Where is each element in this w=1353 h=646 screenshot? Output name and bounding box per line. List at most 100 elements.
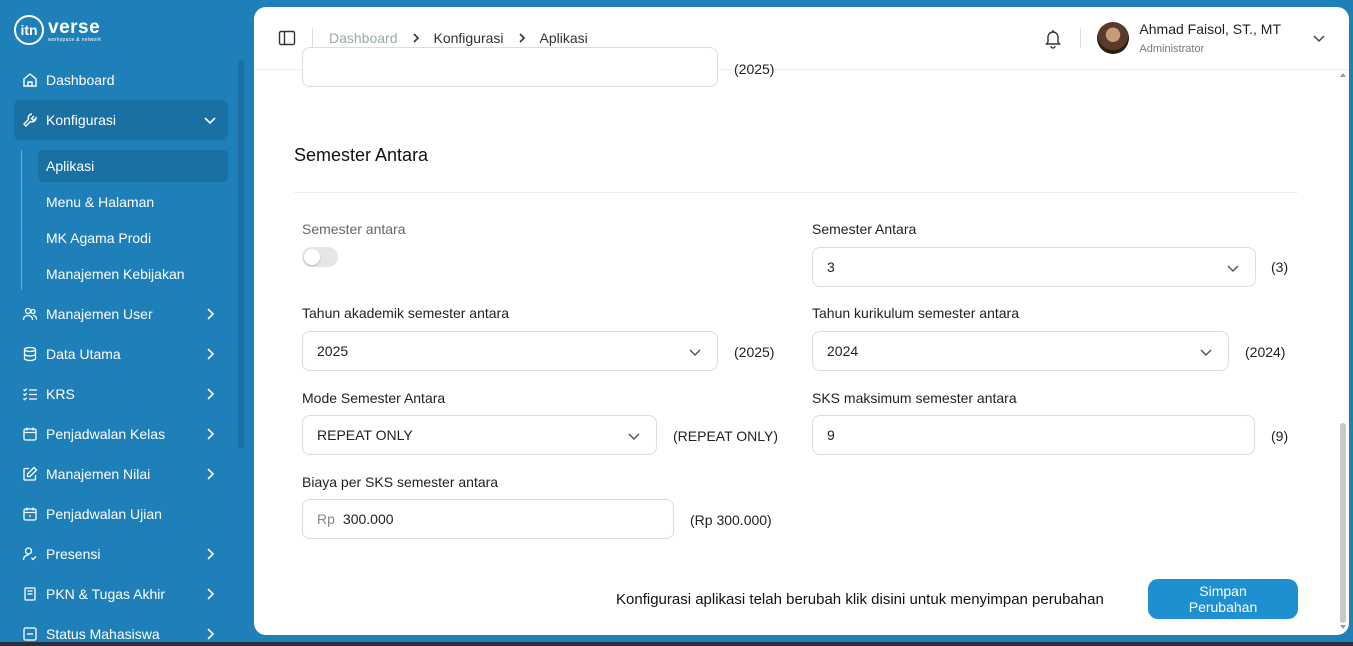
tahun-akademik-label: Tahun akademik semester antara <box>302 305 509 321</box>
tahun-akademik-select[interactable]: 2025 <box>302 331 718 371</box>
chevron-right-icon <box>518 33 525 43</box>
tahun-kurikulum-label: Tahun kurikulum semester antara <box>812 305 1019 321</box>
sidebar-item-krs[interactable]: KRS <box>14 374 228 414</box>
scrollbar-thumb[interactable] <box>1340 423 1346 623</box>
sidebar-subitem-aplikasi[interactable]: Aplikasi <box>38 150 228 182</box>
sks-maks-value: 9 <box>827 427 835 443</box>
taskbar-strip <box>0 642 1353 646</box>
sidebar-item-label: Penjadwalan Ujian <box>46 506 162 522</box>
unsaved-changes-message: Konfigurasi aplikasi telah berubah klik … <box>616 591 1104 608</box>
bell-icon[interactable] <box>1042 27 1064 49</box>
biaya-value: 300.000 <box>342 511 394 527</box>
sidebar-toggle-icon[interactable] <box>278 29 296 47</box>
sidebar-item-manajemen-user[interactable]: Manajemen User <box>14 294 228 334</box>
avatar[interactable] <box>1097 22 1130 54</box>
chevron-down-icon <box>1200 349 1212 357</box>
sidebar-item-data-utama[interactable]: Data Utama <box>14 334 228 374</box>
save-button[interactable]: Simpan Perubahan <box>1148 579 1298 619</box>
sidebar-item-konfigurasi[interactable]: Konfigurasi <box>14 100 228 140</box>
currency-prefix: Rp <box>317 511 335 527</box>
sidebar-item-label: KRS <box>46 386 75 402</box>
sidebar-scrollbar[interactable] <box>238 60 244 448</box>
chevron-right-icon <box>207 468 215 480</box>
sidebar-item-label: Status Mahasiswa <box>46 626 160 642</box>
tahun-akademik-value: 2025 <box>317 343 349 359</box>
tahun-kurikulum-select[interactable]: 2024 <box>812 331 1229 371</box>
list-check-icon <box>22 386 38 402</box>
tahun-kurikulum-suffix: (2024) <box>1245 344 1286 360</box>
sidebar-submenu-konfigurasi: Aplikasi Menu & Halaman MK Agama Prodi M… <box>21 150 228 290</box>
sidebar-item-pkn-tugas-akhir[interactable]: PKN & Tugas Akhir <box>14 574 228 614</box>
sidebar-item-penjadwalan-kelas[interactable]: Penjadwalan Kelas <box>14 414 228 454</box>
sidebar-subitem-menu-halaman[interactable]: Menu & Halaman <box>38 186 228 218</box>
sidebar-item-label: Konfigurasi <box>46 112 117 128</box>
mode-value: REPEAT ONLY <box>317 427 413 443</box>
sks-maks-suffix: (9) <box>1271 428 1289 444</box>
database-icon <box>22 346 38 362</box>
sidebar-item-label: Manajemen Nilai <box>46 466 151 482</box>
chevron-down-icon <box>1227 265 1239 273</box>
breadcrumb: Dashboard Konfigurasi Aplikasi <box>278 28 588 48</box>
sidebar-subitem-manajemen-kebijakan[interactable]: Manajemen Kebijakan <box>38 258 228 290</box>
chevron-right-icon <box>207 588 215 600</box>
semester-antara-select[interactable]: 3 <box>812 247 1256 287</box>
edit-icon <box>22 466 38 482</box>
user-area: Ahmad Faisol, ST., MT Administrator <box>1042 21 1327 55</box>
sidebar-subitem-mk-agama-prodi[interactable]: MK Agama Prodi <box>38 222 228 254</box>
sidebar: itn verse workspace & network Dashboard … <box>0 0 254 646</box>
logo-tagline: workspace & network <box>48 36 102 43</box>
mode-select[interactable]: REPEAT ONLY <box>302 415 657 455</box>
breadcrumb-aplikasi: Aplikasi <box>539 30 588 46</box>
chevron-down-icon[interactable] <box>1311 30 1327 46</box>
semester-antara-suffix: (3) <box>1271 259 1289 275</box>
chevron-down-icon <box>689 349 701 357</box>
mode-label: Mode Semester Antara <box>302 390 446 406</box>
sidebar-item-label: Dashboard <box>46 72 115 88</box>
chevron-right-icon <box>412 33 419 43</box>
calendar-icon <box>22 426 38 442</box>
breadcrumb-konfigurasi[interactable]: Konfigurasi <box>434 30 504 46</box>
sidebar-nav: Dashboard Konfigurasi Aplikasi Menu & Ha… <box>14 60 228 646</box>
section-divider <box>294 192 1298 193</box>
sidebar-item-label: Manajemen User <box>46 306 153 322</box>
chevron-right-icon <box>207 308 215 320</box>
semester-antara-toggle-label: Semester antara <box>302 221 406 237</box>
user-check-icon <box>22 546 38 562</box>
sidebar-item-dashboard[interactable]: Dashboard <box>14 60 228 100</box>
previous-field[interactable] <box>302 47 718 87</box>
semester-antara-toggle[interactable] <box>302 247 338 267</box>
logo-name: verse <box>48 16 101 38</box>
biaya-input[interactable]: Rp 300.000 <box>302 499 674 539</box>
main-panel: Dashboard Konfigurasi Aplikasi Ahmad Fai… <box>254 7 1349 635</box>
user-info[interactable]: Ahmad Faisol, ST., MT Administrator <box>1139 21 1281 55</box>
toggle-knob <box>304 249 320 265</box>
sidebar-item-manajemen-nilai[interactable]: Manajemen Nilai <box>14 454 228 494</box>
sidebar-item-presensi[interactable]: Presensi <box>14 534 228 574</box>
wrench-icon <box>22 112 38 128</box>
mode-suffix: (REPEAT ONLY) <box>673 428 779 444</box>
book-icon <box>22 586 38 602</box>
users-icon <box>22 306 38 322</box>
user-name: Ahmad Faisol, ST., MT <box>1139 21 1281 37</box>
app-logo[interactable]: itn verse workspace & network <box>14 14 101 46</box>
semester-antara-value: 3 <box>827 259 835 275</box>
scroll-down-icon[interactable] <box>1339 623 1347 631</box>
calendar-icon <box>22 506 38 522</box>
scroll-up-icon[interactable] <box>1339 71 1347 79</box>
user-role: Administrator <box>1139 43 1205 55</box>
main-scrollbar[interactable] <box>1339 71 1347 631</box>
user-divider <box>1080 28 1082 48</box>
chevron-right-icon <box>207 628 215 640</box>
sks-maks-input[interactable]: 9 <box>812 415 1255 455</box>
sidebar-item-label: Data Utama <box>46 346 121 362</box>
tahun-akademik-suffix: (2025) <box>734 344 775 360</box>
chevron-right-icon <box>207 388 215 400</box>
previous-field-suffix: (2025) <box>734 61 775 77</box>
breadcrumb-divider <box>312 28 313 48</box>
chevron-down-icon <box>628 433 640 441</box>
chevron-right-icon <box>207 548 215 560</box>
semester-antara-label: Semester Antara <box>812 221 917 237</box>
chevron-right-icon <box>207 348 215 360</box>
breadcrumb-dashboard[interactable]: Dashboard <box>329 30 398 46</box>
sidebar-item-penjadwalan-ujian[interactable]: Penjadwalan Ujian <box>14 494 228 534</box>
